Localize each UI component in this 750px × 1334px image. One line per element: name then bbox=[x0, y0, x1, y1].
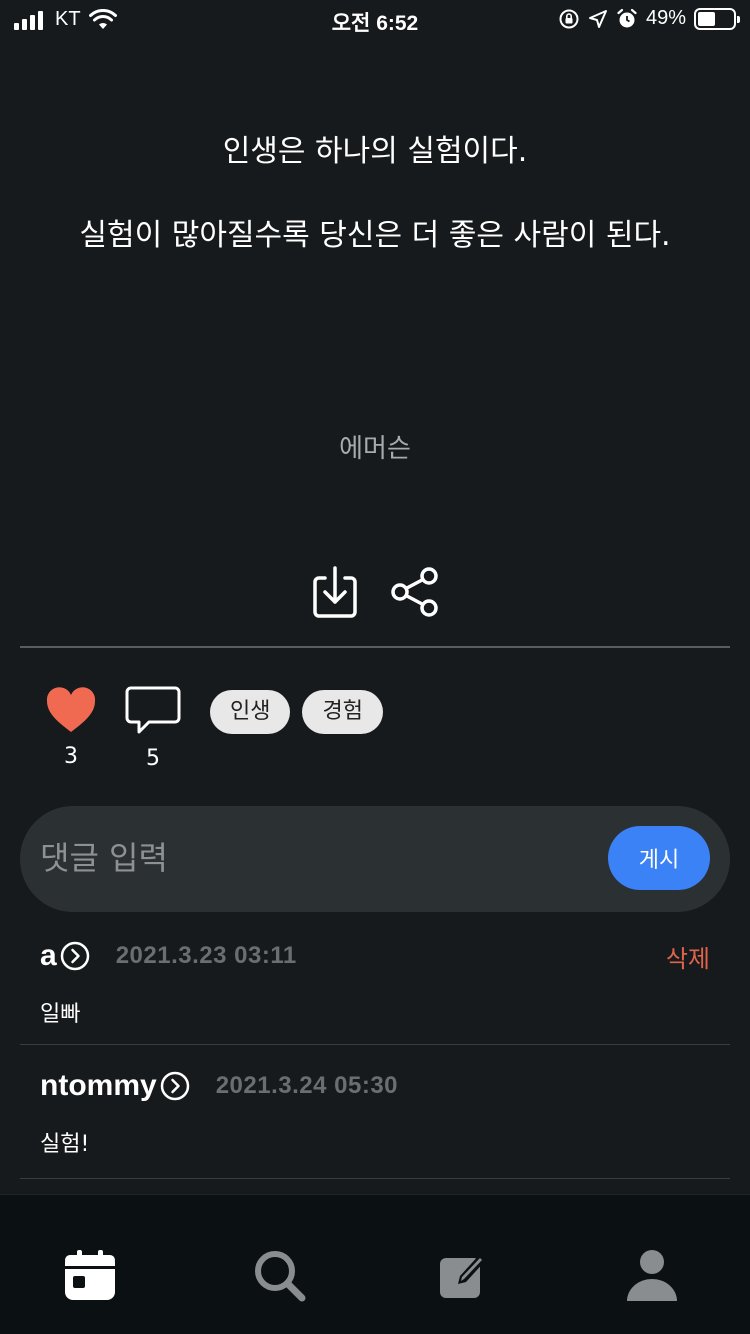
comment-text: 실험! bbox=[40, 1132, 90, 1157]
quote-line-2: 실험이 많아질수록 당신은 더 좋은 사람이 된다. bbox=[79, 218, 671, 253]
calendar-icon bbox=[65, 1250, 115, 1300]
comment-username[interactable]: a bbox=[40, 939, 57, 973]
like-button[interactable]: 3 bbox=[40, 686, 102, 769]
comment-divider bbox=[20, 1178, 730, 1179]
share-icon bbox=[391, 567, 438, 617]
comment-input-bar: 게시 bbox=[20, 806, 730, 912]
comment-text: 일빠 bbox=[40, 1002, 81, 1027]
chevron-right-circle-icon[interactable] bbox=[160, 1071, 190, 1101]
download-button[interactable] bbox=[306, 562, 364, 622]
delete-comment-button[interactable]: 삭제 bbox=[666, 939, 710, 974]
tab-profile[interactable] bbox=[622, 1245, 682, 1305]
comment-header: ntommy 2021.3.24 05:30 bbox=[20, 1066, 730, 1106]
section-divider bbox=[20, 646, 730, 648]
comment-username[interactable]: ntommy bbox=[40, 1069, 157, 1103]
chevron-right-circle-icon[interactable] bbox=[60, 941, 90, 971]
rotation-lock-icon bbox=[559, 9, 579, 28]
search-icon bbox=[255, 1251, 306, 1302]
status-right: 49% bbox=[558, 7, 740, 30]
location-icon bbox=[588, 9, 607, 28]
battery-percent: 49% bbox=[645, 7, 686, 29]
quote-detail-screen: KT 오전 6:52 49% 인생은 하나의 실험이다. 실험이 많아질수록 당… bbox=[0, 0, 750, 1334]
comment-header: a 2021.3.23 03:11 삭제 bbox=[20, 936, 730, 976]
comment-date: 2021.3.24 05:30 bbox=[215, 1072, 399, 1099]
share-button[interactable] bbox=[386, 562, 444, 622]
status-bar: KT 오전 6:52 49% bbox=[0, 0, 750, 40]
comment-button[interactable]: 5 bbox=[122, 686, 184, 771]
quote-author: 에머슨 bbox=[339, 434, 411, 464]
comment-item: ntommy 2021.3.24 05:30 실험! bbox=[20, 1066, 730, 1158]
heart-icon bbox=[46, 687, 96, 732]
tag-chip[interactable]: 경험 bbox=[302, 690, 383, 734]
tab-write[interactable] bbox=[433, 1245, 493, 1305]
tag-chip[interactable]: 인생 bbox=[210, 690, 291, 734]
tag-list: 인생 경험 bbox=[210, 690, 383, 734]
comment-input[interactable] bbox=[40, 830, 580, 886]
download-icon bbox=[313, 566, 357, 618]
battery-icon bbox=[694, 7, 740, 30]
comment-divider bbox=[20, 1044, 730, 1045]
comment-icon bbox=[125, 686, 181, 734]
quote-text: 인생은 하나의 실험이다. 실험이 많아질수록 당신은 더 좋은 사람이 된다. bbox=[0, 128, 750, 260]
comment-date: 2021.3.23 03:11 bbox=[115, 942, 297, 969]
edit-icon bbox=[440, 1254, 486, 1298]
tab-bar bbox=[0, 1194, 750, 1334]
comment-count: 5 bbox=[146, 746, 160, 771]
alarm-icon bbox=[617, 8, 637, 27]
reactions-row: 3 5 인생 경험 bbox=[40, 686, 383, 771]
post-comment-button[interactable]: 게시 bbox=[608, 826, 710, 890]
quote-actions bbox=[0, 562, 750, 622]
quote-line-1: 인생은 하나의 실험이다. bbox=[222, 134, 528, 169]
like-count: 3 bbox=[64, 744, 78, 769]
comment-item: a 2021.3.23 03:11 삭제 일빠 bbox=[20, 936, 730, 1028]
profile-icon bbox=[627, 1250, 677, 1301]
tab-calendar[interactable] bbox=[60, 1245, 120, 1305]
tab-search[interactable] bbox=[249, 1245, 309, 1305]
